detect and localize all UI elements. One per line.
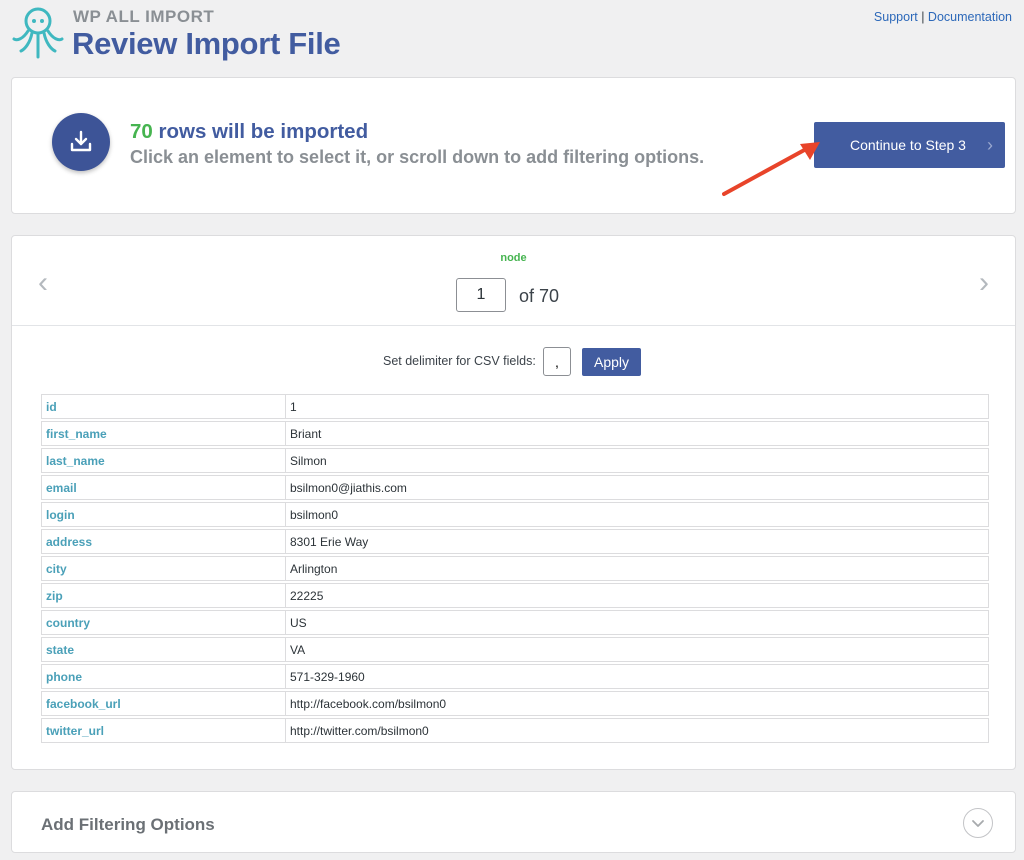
delimiter-label: Set delimiter for CSV fields:: [383, 354, 536, 368]
field-key[interactable]: id: [41, 394, 285, 419]
field-value[interactable]: 8301 Erie Way: [285, 529, 989, 554]
record-preview-panel: node ‹ › of 70 Set delimiter for CSV fie…: [11, 235, 1016, 770]
record-total: of 70: [519, 286, 560, 306]
chevron-right-icon: ›: [987, 135, 993, 155]
field-key[interactable]: zip: [41, 583, 285, 608]
field-key[interactable]: facebook_url: [41, 691, 285, 716]
continue-step-3-button[interactable]: Continue to Step 3 ›: [814, 122, 1005, 168]
table-row[interactable]: twitter_url http://twitter.com/bsilmon0: [41, 718, 989, 743]
table-row[interactable]: id 1: [41, 394, 989, 419]
table-row[interactable]: phone 571-329-1960: [41, 664, 989, 689]
record-fields-table: id 1 first_name Briant last_name Silmon email b…: [41, 392, 989, 745]
field-key[interactable]: email: [41, 475, 285, 500]
chevron-down-icon[interactable]: [963, 808, 993, 838]
documentation-link[interactable]: Documentation: [928, 10, 1012, 24]
download-tray-icon: [52, 113, 110, 171]
import-summary-panel: 70 rows will be imported Click an elemen…: [11, 77, 1016, 214]
continue-button-label: Continue to Step 3: [850, 137, 966, 153]
field-value[interactable]: bsilmon0@jiathis.com: [285, 475, 989, 500]
field-key[interactable]: phone: [41, 664, 285, 689]
field-value[interactable]: bsilmon0: [285, 502, 989, 527]
field-value[interactable]: VA: [285, 637, 989, 662]
rows-count: 70: [130, 120, 153, 143]
link-separator: |: [921, 10, 925, 24]
field-value[interactable]: http://twitter.com/bsilmon0: [285, 718, 989, 743]
field-key[interactable]: city: [41, 556, 285, 581]
selection-hint: Click an element to select it, or scroll…: [130, 147, 705, 167]
table-row[interactable]: city Arlington: [41, 556, 989, 581]
field-key[interactable]: first_name: [41, 421, 285, 446]
field-value[interactable]: Arlington: [285, 556, 989, 581]
page-header: WP ALL IMPORT Review Import File Support…: [0, 0, 1024, 72]
table-row[interactable]: facebook_url http://facebook.com/bsilmon0: [41, 691, 989, 716]
previous-record-arrow[interactable]: ‹: [38, 266, 48, 300]
red-arrow-annotation-icon: [722, 142, 820, 196]
filtering-options-panel[interactable]: Add Filtering Options: [11, 791, 1016, 853]
field-key[interactable]: login: [41, 502, 285, 527]
field-key[interactable]: country: [41, 610, 285, 635]
table-row[interactable]: email bsilmon0@jiathis.com: [41, 475, 989, 500]
rows-count-suffix: rows will be imported: [158, 120, 369, 143]
table-row[interactable]: state VA: [41, 637, 989, 662]
table-row[interactable]: country US: [41, 610, 989, 635]
field-key[interactable]: state: [41, 637, 285, 662]
field-key[interactable]: twitter_url: [41, 718, 285, 743]
octopus-logo-icon: [12, 7, 64, 59]
field-value[interactable]: http://facebook.com/bsilmon0: [285, 691, 989, 716]
field-value[interactable]: Briant: [285, 421, 989, 446]
node-label: node: [500, 252, 527, 264]
next-record-arrow[interactable]: ›: [979, 266, 989, 300]
support-link[interactable]: Support: [874, 10, 918, 24]
filtering-options-title: Add Filtering Options: [41, 815, 215, 834]
field-key[interactable]: last_name: [41, 448, 285, 473]
top-links: Support | Documentation: [874, 10, 1012, 24]
field-value[interactable]: 22225: [285, 583, 989, 608]
delimiter-input[interactable]: [543, 347, 571, 376]
apply-button[interactable]: Apply: [582, 348, 641, 376]
table-row[interactable]: first_name Briant: [41, 421, 989, 446]
divider: [12, 325, 1015, 326]
field-value[interactable]: Silmon: [285, 448, 989, 473]
rows-count-line: 70 rows will be imported: [130, 120, 368, 144]
page-title: Review Import File: [72, 26, 341, 61]
table-row[interactable]: address 8301 Erie Way: [41, 529, 989, 554]
table-row[interactable]: login bsilmon0: [41, 502, 989, 527]
table-row[interactable]: zip 22225: [41, 583, 989, 608]
record-number-input[interactable]: [456, 278, 506, 312]
field-key[interactable]: address: [41, 529, 285, 554]
brand-name: WP ALL IMPORT: [73, 7, 215, 26]
table-row[interactable]: last_name Silmon: [41, 448, 989, 473]
field-value[interactable]: 571-329-1960: [285, 664, 989, 689]
field-value[interactable]: 1: [285, 394, 989, 419]
field-value[interactable]: US: [285, 610, 989, 635]
